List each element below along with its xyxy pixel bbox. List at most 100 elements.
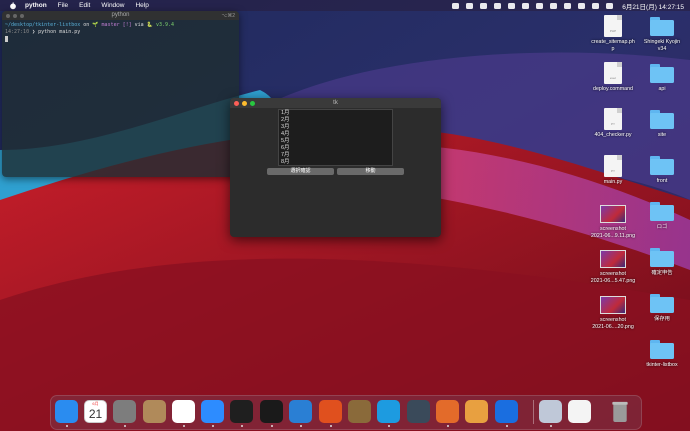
display-icon[interactable]	[522, 2, 530, 9]
desktop-folder-tax[interactable]: 確定申告	[634, 248, 690, 277]
menubar-clock[interactable]: 6月21日(月) 14:27:15	[622, 1, 684, 11]
running-indicator	[65, 425, 68, 427]
terminal-shortcut-badge: ⌥⌘2	[221, 13, 235, 19]
desktop-file-screenshot-3[interactable]: screenshot 2021-06....20.png	[585, 296, 641, 331]
python-file-icon: PY	[604, 108, 622, 130]
clock-status-icon[interactable]	[480, 2, 488, 9]
list-item[interactable]: 2月	[279, 117, 392, 124]
desktop-folder-archive[interactable]: 保存用	[634, 294, 690, 323]
dock-archive-utility-icon[interactable]	[348, 400, 371, 423]
cloud-icon[interactable]	[508, 2, 516, 9]
desktop-file-screenshot-2[interactable]: screenshot 2021-06...5.47.png	[585, 250, 641, 285]
running-indicator	[182, 425, 185, 427]
move-button[interactable]: 移動	[337, 168, 404, 175]
dock-terminal-icon[interactable]	[260, 400, 283, 423]
terminal-window[interactable]: python ⌥⌘2 ~/desktop/tkinter-listbox on …	[2, 11, 239, 177]
list-item[interactable]: 8月	[279, 159, 392, 166]
dock-system-preferences-icon[interactable]	[113, 400, 136, 423]
terminal-output[interactable]: ~/desktop/tkinter-listbox on 🌱 master [!…	[2, 20, 239, 46]
folder-label: Shingeki Kyojin v34	[643, 39, 681, 52]
bluetooth-icon[interactable]	[536, 2, 544, 9]
folder-icon	[650, 110, 674, 129]
folder-icon	[650, 202, 674, 221]
sync-icon[interactable]	[466, 2, 474, 9]
dropbox-icon[interactable]	[452, 2, 460, 9]
running-indicator	[549, 425, 552, 427]
folder-icon	[650, 294, 674, 313]
terminal-titlebar[interactable]: python ⌥⌘2	[2, 11, 239, 20]
menu-help[interactable]: Help	[135, 2, 148, 9]
dock-trash-icon[interactable]	[610, 400, 633, 423]
folder-icon	[650, 248, 674, 267]
search-icon[interactable]	[578, 2, 586, 9]
wifi-icon[interactable]	[564, 2, 572, 9]
dock-proxyman-icon[interactable]	[407, 400, 430, 423]
desktop-file-create-sitemap[interactable]: PHP create_sitemap.ph p	[585, 15, 641, 53]
desktop-folder-logo[interactable]: ロゴ	[634, 202, 690, 231]
list-item[interactable]: 7月	[279, 152, 392, 159]
tk-window[interactable]: tk 1月 2月 3月 4月 5月 6月 7月 8月 選択確認 移動	[230, 98, 441, 237]
dock-document-icon[interactable]	[568, 400, 591, 423]
desktop-file-screenshot-1[interactable]: screenshot 2021-06...9.11.png	[585, 205, 641, 240]
minimize-icon[interactable]	[13, 13, 17, 18]
desktop-folder-shingeki[interactable]: Shingeki Kyojin v34	[634, 17, 690, 53]
prompt-time: 14:27:10	[5, 29, 30, 35]
minimize-icon[interactable]	[242, 101, 247, 106]
p-icon[interactable]	[494, 2, 502, 9]
dock-activity-monitor-icon[interactable]	[230, 400, 253, 423]
list-item[interactable]: 1月	[279, 110, 392, 117]
dock-zoom-icon[interactable]	[201, 400, 224, 423]
dock-chrome-icon[interactable]	[172, 400, 195, 423]
file-label: screenshot 2021-06...9.11.png	[590, 226, 636, 239]
siri-icon[interactable]	[606, 2, 614, 9]
zoom-icon[interactable]	[250, 101, 255, 106]
menu-window[interactable]: Window	[101, 2, 124, 9]
zoom-icon[interactable]	[20, 13, 24, 18]
desktop-folder-site[interactable]: site	[634, 110, 690, 139]
desktop-folder-tkinter-listbox[interactable]: tkinter-listbox	[634, 340, 690, 369]
prompt-python-version: 🐍 v3.9.4	[146, 22, 175, 28]
menu-app-python[interactable]: python	[25, 2, 47, 9]
folder-label: tkinter-listbox	[646, 362, 678, 368]
dock-docker-icon[interactable]	[377, 400, 400, 423]
terminal-cursor	[5, 36, 8, 42]
desktop-file-deploy-command[interactable]: exec deploy.command	[585, 62, 641, 93]
month-listbox[interactable]: 1月 2月 3月 4月 5月 6月 7月 8月	[278, 109, 393, 166]
dock-contacts-icon[interactable]	[143, 400, 166, 423]
close-icon[interactable]	[234, 101, 239, 106]
battery-icon[interactable]	[550, 2, 558, 9]
file-label: screenshot 2021-06....20.png	[592, 317, 634, 330]
list-item[interactable]: 4月	[279, 131, 392, 138]
list-item[interactable]: 5月	[279, 138, 392, 145]
image-thumbnail-icon	[600, 205, 626, 223]
desktop-file-main-py[interactable]: PY main.py	[585, 155, 641, 186]
control-center-icon[interactable]	[592, 2, 600, 9]
list-item[interactable]: 6月	[279, 145, 392, 152]
dock-preview-icon[interactable]	[539, 400, 562, 423]
confirm-selection-button[interactable]: 選択確認	[267, 168, 334, 175]
dock-sequel-icon[interactable]	[465, 400, 488, 423]
file-label: main.py	[603, 179, 623, 185]
dock-git-icon[interactable]	[436, 400, 459, 423]
menu-file[interactable]: File	[58, 2, 68, 9]
close-icon[interactable]	[6, 13, 10, 18]
desktop-folder-api[interactable]: api	[634, 64, 690, 93]
list-item[interactable]: 3月	[279, 124, 392, 131]
prompt-path: ~/desktop/tkinter-listbox	[5, 22, 81, 28]
running-indicator	[446, 425, 449, 427]
dock-finder-icon[interactable]	[55, 400, 78, 423]
dock-vs-code-icon[interactable]	[289, 400, 312, 423]
desktop-file-404-checker[interactable]: PY 404_checker.py	[585, 108, 641, 139]
image-thumbnail-icon	[600, 250, 626, 268]
menu-edit[interactable]: Edit	[79, 2, 90, 9]
desktop-folder-front[interactable]: front	[634, 156, 690, 185]
tk-titlebar[interactable]: tk	[230, 98, 441, 108]
dock-separator	[533, 400, 534, 424]
dock-calendar-icon[interactable]: 6月 21	[84, 400, 107, 423]
tk-window-controls	[234, 101, 255, 106]
command-text: ❯ python main.py	[29, 29, 81, 35]
dock-infinity-icon[interactable]	[495, 400, 518, 423]
apple-icon[interactable]	[9, 1, 17, 10]
running-indicator	[505, 425, 508, 427]
dock-instruments-icon[interactable]	[319, 400, 342, 423]
